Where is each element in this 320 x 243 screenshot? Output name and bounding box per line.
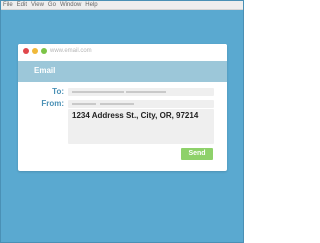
send-button[interactable]: Send xyxy=(181,148,213,160)
menu-item-help[interactable]: Help xyxy=(85,0,97,10)
desktop: File Edit View Go Window Help www.email.… xyxy=(0,0,244,243)
from-placeholder-bar-2 xyxy=(100,103,134,105)
from-field[interactable] xyxy=(68,100,214,108)
minimize-dot-icon[interactable] xyxy=(32,48,38,54)
address-bar-url[interactable]: www.email.com xyxy=(50,46,92,56)
close-dot-icon[interactable] xyxy=(23,48,29,54)
menu-item-go[interactable]: Go xyxy=(48,0,56,10)
to-placeholder-bar-2 xyxy=(126,91,166,93)
menu-item-file[interactable]: File xyxy=(3,0,13,10)
menu-item-view[interactable]: View xyxy=(31,0,44,10)
to-field[interactable] xyxy=(68,88,214,96)
menu-item-window[interactable]: Window xyxy=(60,0,81,10)
from-label: From: xyxy=(41,99,64,108)
message-body-field[interactable]: 1234 Address St., City, OR, 97214 xyxy=(68,109,214,144)
to-placeholder-bar-1 xyxy=(72,91,124,93)
maximize-dot-icon[interactable] xyxy=(41,48,47,54)
menu-bar: File Edit View Go Window Help xyxy=(0,0,244,10)
window-titlebar: www.email.com xyxy=(18,44,227,61)
browser-window: www.email.com Email To: From: 1234 Addre… xyxy=(18,44,227,171)
menu-item-edit[interactable]: Edit xyxy=(17,0,27,10)
message-body-text: 1234 Address St., City, OR, 97214 xyxy=(72,111,199,120)
email-header-title: Email xyxy=(34,66,56,75)
from-placeholder-bar-1 xyxy=(72,103,96,105)
to-label: To: xyxy=(52,87,64,96)
email-header: Email xyxy=(18,61,227,82)
